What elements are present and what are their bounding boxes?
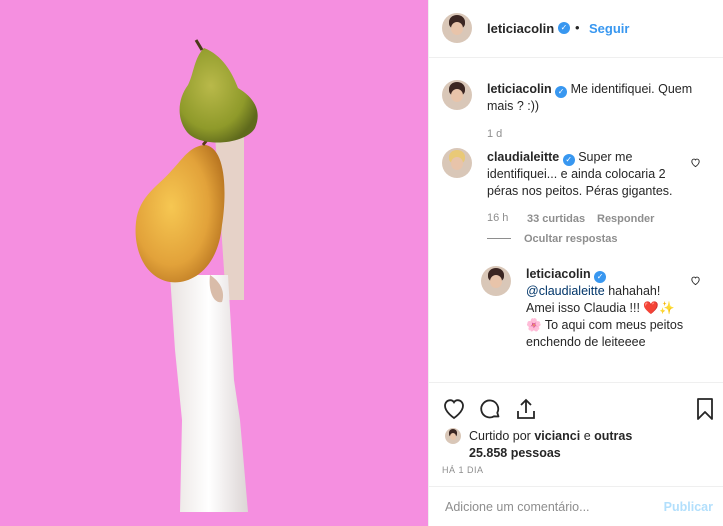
reply-emoji-2: 🌸 — [526, 318, 542, 332]
comment-avatar[interactable] — [442, 148, 472, 178]
author-avatar[interactable] — [442, 13, 472, 43]
reply: leticiacolin ✓ @claudialeitte hahahah! A… — [526, 266, 686, 351]
caption: leticiacolin ✓ Me identifiquei. Quem mai… — [487, 81, 707, 115]
verified-badge-icon: ✓ — [594, 271, 607, 283]
verified-badge-icon: ✓ — [558, 22, 570, 34]
liker-avatar[interactable] — [445, 428, 461, 444]
caption-username[interactable]: leticiacolin — [487, 82, 552, 96]
post-header: leticiacolin ✓ • Seguir — [429, 0, 723, 58]
post-side-panel: leticiacolin ✓ • Seguir leticiacolin ✓ M… — [428, 0, 723, 526]
verified-badge-icon: ✓ — [555, 86, 568, 98]
caption-time: 1 d — [487, 128, 503, 140]
add-comment-bar: Adicione um comentário... Publicar — [429, 486, 723, 526]
comment-input[interactable]: Adicione um comentário... — [445, 500, 590, 514]
likes-text: Curtido por vicianci e outras 25.858 pes… — [469, 428, 649, 462]
reply-text-2: To aqui com meus peitos enchendo de leit… — [526, 318, 684, 349]
replies-divider — [487, 238, 511, 239]
comment-likes[interactable]: 33 curtidas — [527, 213, 585, 225]
follow-button[interactable]: Seguir — [589, 21, 629, 36]
share-icon[interactable] — [514, 397, 538, 421]
comment-time: 16 h — [487, 212, 509, 224]
author-username[interactable]: leticiacolin — [487, 21, 554, 36]
header-separator: • — [575, 20, 580, 35]
pear-collage-image — [135, 39, 258, 512]
post-timestamp[interactable]: HÁ 1 DIA — [442, 465, 484, 475]
hide-replies-button[interactable]: Ocultar respostas — [524, 233, 618, 245]
comments-list[interactable]: leticiacolin ✓ Me identifiquei. Quem mai… — [429, 58, 723, 382]
action-bar — [429, 382, 723, 420]
publish-button[interactable]: Publicar — [664, 500, 713, 514]
save-bookmark-icon[interactable] — [695, 397, 715, 421]
like-heart-icon[interactable] — [442, 397, 466, 421]
likes-conjunction: e — [583, 429, 591, 443]
comment-bubble-icon[interactable] — [478, 397, 502, 421]
liker-username[interactable]: vicianci — [534, 429, 580, 443]
reply-emoji-1: ❤️✨ — [643, 301, 675, 315]
likes-prefix: Curtido por — [469, 429, 531, 443]
reply-like-heart-icon[interactable] — [690, 275, 701, 286]
post-photo[interactable] — [0, 0, 428, 526]
comment-like-heart-icon[interactable] — [690, 157, 701, 168]
comment-username[interactable]: claudialeitte — [487, 150, 559, 164]
reply-mention[interactable]: @claudialeitte — [526, 284, 605, 298]
reply-button[interactable]: Responder — [597, 213, 654, 225]
reply-avatar[interactable] — [481, 266, 511, 296]
comment: claudialeitte ✓ Super me identifiquei...… — [487, 149, 682, 200]
reply-username[interactable]: leticiacolin — [526, 267, 591, 281]
verified-badge-icon: ✓ — [562, 154, 575, 166]
instagram-post: leticiacolin ✓ • Seguir leticiacolin ✓ M… — [0, 0, 723, 526]
caption-avatar[interactable] — [442, 80, 472, 110]
